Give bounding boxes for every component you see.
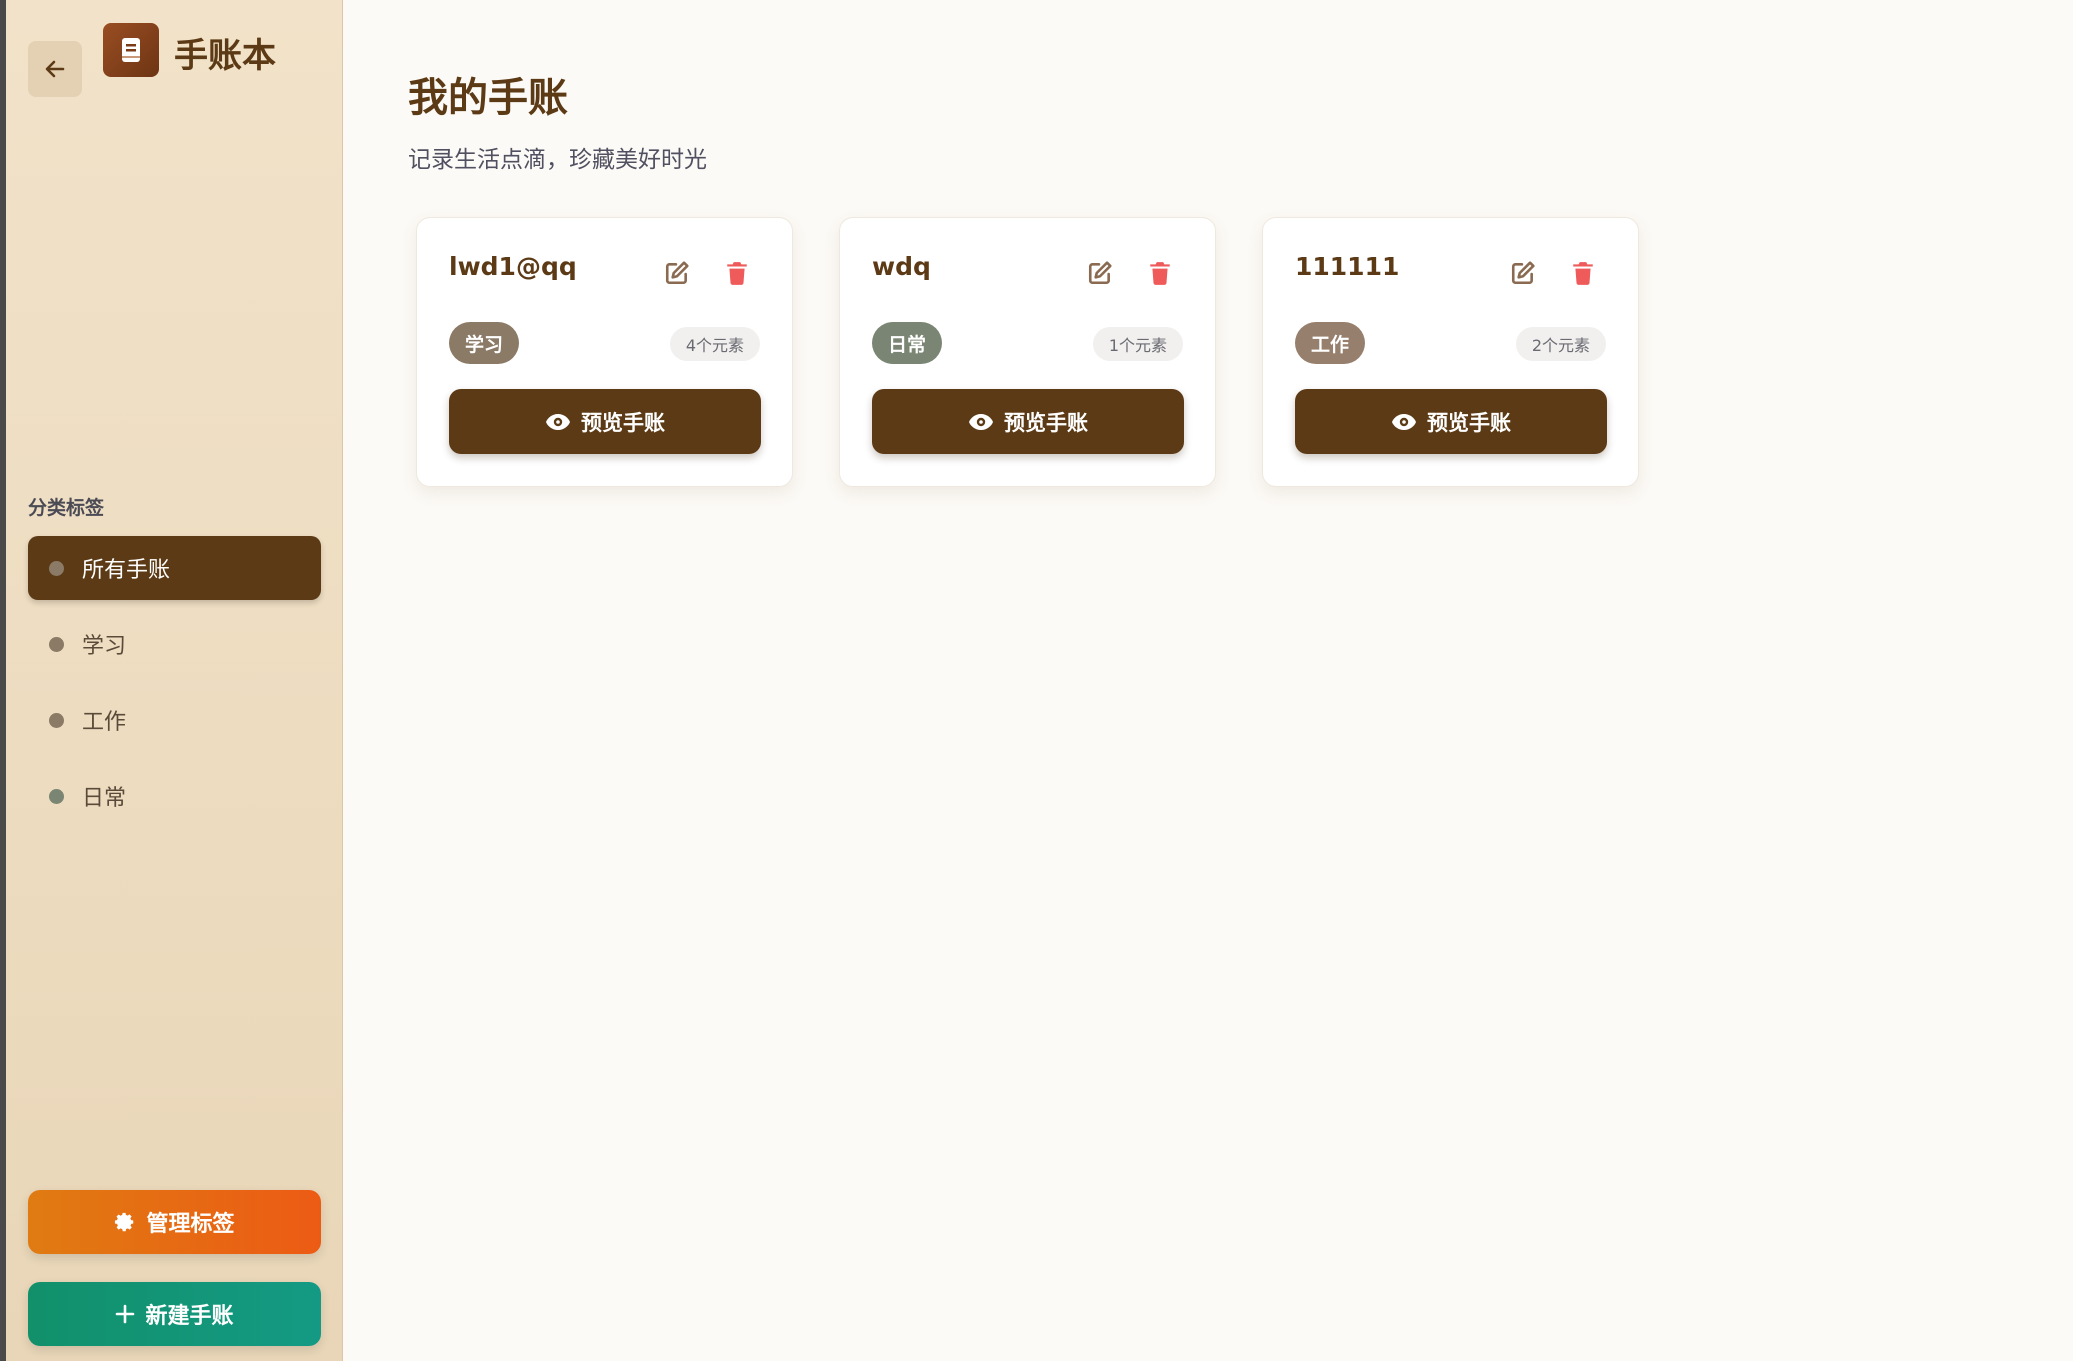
tag-dot xyxy=(49,560,64,576)
app-logo xyxy=(103,23,159,77)
tag-dot xyxy=(49,788,64,804)
preview-journal-button[interactable]: 预览手账 xyxy=(1295,389,1607,454)
preview-label: 预览手账 xyxy=(581,410,665,435)
tag-item-work[interactable]: 工作 xyxy=(28,688,321,752)
tag-label: 学习 xyxy=(82,634,127,659)
tag-label: 工作 xyxy=(82,710,127,735)
manage-tags-label: 管理标签 xyxy=(146,1212,235,1237)
trash-icon[interactable] xyxy=(1570,260,1596,286)
edit-icon[interactable] xyxy=(664,260,690,286)
journal-tag-badge: 日常 xyxy=(872,322,943,364)
element-count-badge: 4个元素 xyxy=(669,327,760,361)
trash-icon[interactable] xyxy=(724,260,750,286)
tag-label: 日常 xyxy=(82,786,127,811)
tag-dot xyxy=(49,636,64,652)
new-journal-button[interactable]: 新建手账 xyxy=(28,1282,321,1346)
journal-tag-badge: 工作 xyxy=(1295,322,1366,364)
journal-name: wdq xyxy=(872,252,931,281)
eye-icon xyxy=(1392,413,1416,430)
plus-icon xyxy=(116,1304,135,1324)
journal-name: lwd1@qq xyxy=(449,252,577,281)
trash-icon[interactable] xyxy=(1147,260,1173,286)
edit-icon[interactable] xyxy=(1510,260,1536,286)
page-title: 我的手账 xyxy=(408,75,568,121)
eye-icon xyxy=(546,413,570,430)
tags-section-label: 分类标签 xyxy=(28,497,105,519)
preview-label: 预览手账 xyxy=(1427,410,1511,435)
eye-icon xyxy=(969,413,993,430)
tag-item-daily[interactable]: 日常 xyxy=(28,764,321,828)
notebook-icon xyxy=(122,38,140,62)
journal-card: 111111 工作 2个元素 预览手账 xyxy=(1262,217,1639,487)
tag-dot xyxy=(49,712,64,728)
gear-icon xyxy=(115,1212,134,1232)
journal-name: 111111 xyxy=(1295,252,1400,281)
back-button[interactable] xyxy=(28,41,82,97)
tag-label: 所有手账 xyxy=(82,558,171,583)
sidebar: 手账本 分类标签 所有手账 学习 工作 日常 管理标签 新建手账 xyxy=(6,0,343,1361)
tag-item-all[interactable]: 所有手账 xyxy=(28,536,321,600)
page-subtitle: 记录生活点滴，珍藏美好时光 xyxy=(408,147,707,173)
journal-tag-badge: 学习 xyxy=(449,322,520,364)
arrow-left-icon xyxy=(45,60,65,78)
tag-item-study[interactable]: 学习 xyxy=(28,612,321,676)
manage-tags-button[interactable]: 管理标签 xyxy=(28,1190,321,1254)
element-count-badge: 2个元素 xyxy=(1515,327,1606,361)
preview-journal-button[interactable]: 预览手账 xyxy=(872,389,1184,454)
element-count-badge: 1个元素 xyxy=(1092,327,1183,361)
journal-card: lwd1@qq 学习 4个元素 预览手账 xyxy=(416,217,793,487)
new-journal-label: 新建手账 xyxy=(145,1304,234,1329)
app-title: 手账本 xyxy=(174,36,276,76)
preview-label: 预览手账 xyxy=(1004,410,1088,435)
journal-card: wdq 日常 1个元素 预览手账 xyxy=(839,217,1216,487)
preview-journal-button[interactable]: 预览手账 xyxy=(449,389,761,454)
edit-icon[interactable] xyxy=(1087,260,1113,286)
